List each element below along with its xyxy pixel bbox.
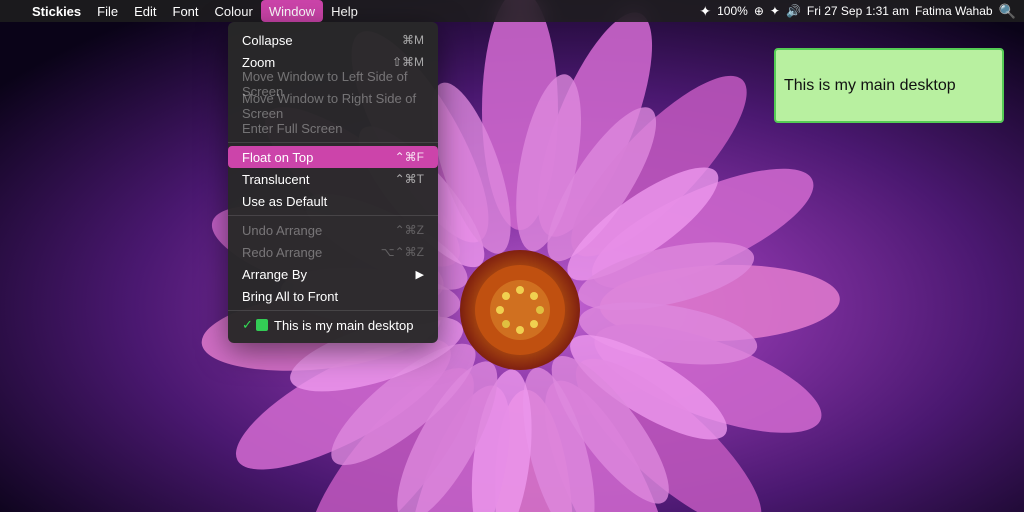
file-menu[interactable]: File xyxy=(89,0,126,22)
item-label: Arrange By xyxy=(242,267,307,282)
window-color-dot xyxy=(256,319,268,331)
wifi-icon: ⊕ xyxy=(754,4,764,18)
datetime: Fri 27 Sep 1:31 am xyxy=(807,4,909,18)
menu-item-move-right: Move Window to Right Side of Screen xyxy=(228,95,438,117)
menubar-right: ✦ 100% ⊕ ✦ 🔊 Fri 27 Sep 1:31 am Fatima W… xyxy=(699,3,1016,20)
brightness-icon: ✦ xyxy=(699,3,711,20)
apple-menu[interactable] xyxy=(8,0,24,22)
menu-item-undo-arrange: Undo Arrange ⌃⌘Z xyxy=(228,219,438,241)
app-name-menu[interactable]: Stickies xyxy=(24,0,89,22)
menu-item-arrange-by[interactable]: Arrange By ▶ xyxy=(228,263,438,285)
bluetooth-icon: ✦ xyxy=(770,4,780,18)
menubar: Stickies File Edit Font Colour Window He… xyxy=(0,0,1024,22)
menu-section-2: Float on Top ⌃⌘F Translucent ⌃⌘T Use as … xyxy=(228,143,438,216)
item-label: This is my main desktop xyxy=(274,318,413,333)
shortcut-undo: ⌃⌘Z xyxy=(395,223,424,237)
volume-icon: 🔊 xyxy=(786,4,801,18)
item-label: Float on Top xyxy=(242,150,313,165)
menubar-left: Stickies File Edit Font Colour Window He… xyxy=(8,0,366,22)
menu-item-bring-all-front[interactable]: Bring All to Front xyxy=(228,285,438,307)
username: Fatima Wahab xyxy=(915,4,993,18)
shortcut-zoom: ⇧⌘M xyxy=(392,55,424,69)
font-menu[interactable]: Font xyxy=(165,0,207,22)
item-label: Translucent xyxy=(242,172,309,187)
battery-percent: 100% xyxy=(717,4,748,18)
menu-item-main-desktop[interactable]: ✓ This is my main desktop xyxy=(228,314,438,336)
shortcut-float: ⌃⌘F xyxy=(395,150,424,164)
checkmark-icon: ✓ xyxy=(242,317,256,333)
menu-section-1: Collapse ⌘M Zoom ⇧⌘M Move Window to Left… xyxy=(228,26,438,143)
menu-item-fullscreen: Enter Full Screen xyxy=(228,117,438,139)
item-label: Undo Arrange xyxy=(242,223,322,238)
shortcut-translucent: ⌃⌘T xyxy=(395,172,424,186)
item-label: Use as Default xyxy=(242,194,327,209)
search-icon[interactable]: 🔍 xyxy=(999,3,1016,20)
item-label: Bring All to Front xyxy=(242,289,338,304)
menu-section-windows: ✓ This is my main desktop xyxy=(228,311,438,339)
item-label: Redo Arrange xyxy=(242,245,322,260)
menu-item-translucent[interactable]: Translucent ⌃⌘T xyxy=(228,168,438,190)
submenu-arrow-icon: ▶ xyxy=(416,268,424,281)
shortcut-redo: ⌥⌃⌘Z xyxy=(381,245,424,259)
menu-item-use-as-default[interactable]: Use as Default xyxy=(228,190,438,212)
window-menu-trigger[interactable]: Window xyxy=(261,0,323,22)
item-label: Zoom xyxy=(242,55,275,70)
menu-item-float-on-top[interactable]: Float on Top ⌃⌘F xyxy=(228,146,438,168)
sticky-note-text: This is my main desktop xyxy=(784,77,956,95)
window-dropdown: Collapse ⌘M Zoom ⇧⌘M Move Window to Left… xyxy=(228,22,438,343)
help-menu[interactable]: Help xyxy=(323,0,366,22)
sticky-note[interactable]: This is my main desktop xyxy=(774,48,1004,123)
item-label: Enter Full Screen xyxy=(242,121,342,136)
menu-item-redo-arrange: Redo Arrange ⌥⌃⌘Z xyxy=(228,241,438,263)
colour-menu[interactable]: Colour xyxy=(207,0,261,22)
menu-section-3: Undo Arrange ⌃⌘Z Redo Arrange ⌥⌃⌘Z Arran… xyxy=(228,216,438,311)
menu-item-collapse[interactable]: Collapse ⌘M xyxy=(228,29,438,51)
item-label: Collapse xyxy=(242,33,293,48)
shortcut-collapse: ⌘M xyxy=(402,33,424,47)
edit-menu[interactable]: Edit xyxy=(126,0,164,22)
